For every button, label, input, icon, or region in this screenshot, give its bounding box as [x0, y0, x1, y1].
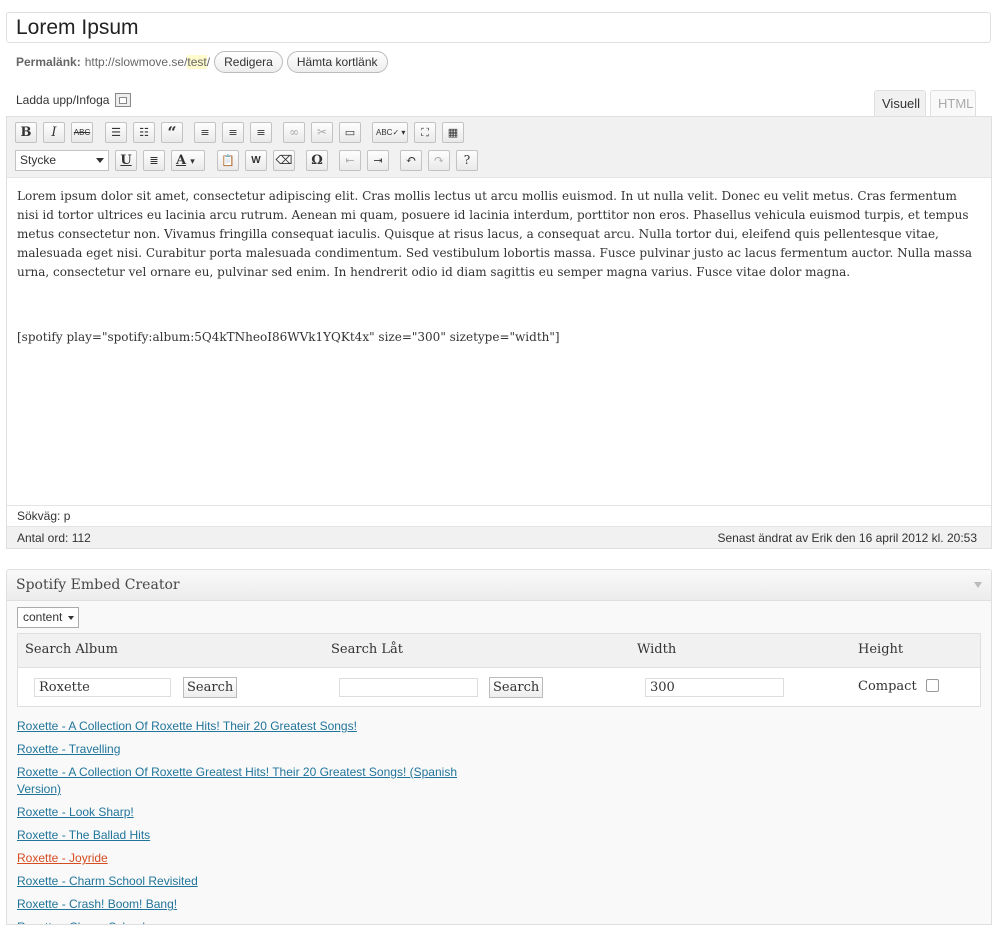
- album-result-link[interactable]: Roxette - Joyride: [17, 850, 477, 867]
- tab-visual[interactable]: Visuell: [874, 90, 926, 116]
- more-tag-icon[interactable]: ▭: [339, 122, 361, 143]
- col-search-album: Search Album: [25, 642, 118, 657]
- fullscreen-icon[interactable]: ⛶: [414, 122, 436, 143]
- chevron-down-icon: [96, 158, 104, 163]
- text-color-icon[interactable]: A ▾: [171, 150, 205, 171]
- context-select[interactable]: content: [17, 607, 80, 628]
- numbered-list-icon[interactable]: ☷: [133, 122, 155, 143]
- post-title-input[interactable]: Lorem Ipsum: [6, 12, 991, 43]
- align-center-icon[interactable]: ≡: [222, 122, 244, 143]
- content-paragraph: Lorem ipsum dolor sit amet, consectetur …: [17, 189, 973, 279]
- album-search-button[interactable]: Search: [183, 677, 238, 698]
- album-result-link[interactable]: Roxette - Charm School Revisited: [17, 873, 477, 890]
- justify-icon[interactable]: ≣: [143, 150, 165, 171]
- editor-toolbar: B I ABC ☰ ☷ “ ≡ ≡ ≡ ∞ ✂ ▭ ABC✓ ▾ ⛶ ▦ Sty…: [7, 117, 991, 178]
- path-label: Sökväg:: [17, 509, 61, 523]
- album-result-link[interactable]: Roxette - A Collection Of Roxette Greate…: [17, 764, 477, 798]
- path-value[interactable]: p: [64, 509, 71, 523]
- permalink-base: http://slowmove.se/: [84, 55, 188, 69]
- search-table: Search Album Search Låt Width Height Rox…: [17, 633, 981, 707]
- bullet-list-icon[interactable]: ☰: [105, 122, 127, 143]
- upload-insert[interactable]: Ladda upp/Infoga: [16, 93, 132, 107]
- blockquote-icon[interactable]: “: [161, 122, 183, 143]
- search-table-header: Search Album Search Låt Width Height: [18, 634, 980, 668]
- paste-word-icon[interactable]: W: [245, 150, 267, 171]
- kitchen-sink-icon[interactable]: ▦: [442, 122, 464, 143]
- width-input[interactable]: 300: [645, 678, 784, 697]
- album-result-link[interactable]: Roxette - Charm School: [17, 919, 477, 924]
- editor: B I ABC ☰ ☷ “ ≡ ≡ ≡ ∞ ✂ ▭ ABC✓ ▾ ⛶ ▦ Sty…: [6, 116, 992, 549]
- redo-icon[interactable]: ↷: [428, 150, 450, 171]
- album-result-link[interactable]: Roxette - Travelling: [17, 741, 477, 758]
- album-search-input[interactable]: Roxette: [34, 678, 171, 697]
- col-width: Width: [637, 642, 677, 657]
- last-edited: Senast ändrat av Erik den 16 april 2012 …: [717, 531, 978, 545]
- permalink-label: Permalänk:: [16, 55, 81, 69]
- paste-text-icon[interactable]: 📋: [217, 150, 239, 171]
- bold-icon[interactable]: B: [15, 122, 37, 143]
- get-shortlink-button[interactable]: Hämta kortlänk: [286, 51, 388, 73]
- album-result-link[interactable]: Roxette - Crash! Boom! Bang!: [17, 896, 477, 913]
- spotify-embed-box: Spotify Embed Creator content Search Alb…: [6, 569, 992, 925]
- track-search-input[interactable]: [339, 678, 478, 697]
- spotify-box-title: Spotify Embed Creator: [16, 577, 180, 593]
- editor-status-bar: Antal ord: 112 Senast ändrat av Erik den…: [7, 526, 991, 548]
- spotify-box-header[interactable]: Spotify Embed Creator: [7, 570, 991, 601]
- spellcheck-icon[interactable]: ABC✓ ▾: [372, 122, 408, 143]
- format-select-value: Stycke: [20, 153, 57, 167]
- editor-content[interactable]: Lorem ipsum dolor sit amet, consectetur …: [17, 187, 975, 347]
- add-media-icon[interactable]: [115, 93, 132, 107]
- word-count: Antal ord: 112: [17, 531, 91, 545]
- album-result-link[interactable]: Roxette - Look Sharp!: [17, 804, 477, 821]
- album-results-list: Roxette - A Collection Of Roxette Hits! …: [17, 718, 477, 924]
- help-icon[interactable]: ?: [456, 150, 478, 171]
- underline-icon[interactable]: U: [115, 150, 137, 171]
- compact-checkbox[interactable]: [926, 679, 939, 692]
- tab-html[interactable]: HTML: [930, 90, 976, 116]
- clear-format-icon[interactable]: ⌫: [273, 150, 295, 171]
- italic-icon[interactable]: I: [43, 122, 65, 143]
- edit-permalink-button[interactable]: Redigera: [214, 51, 283, 73]
- col-height: Height: [858, 642, 904, 657]
- outdent-icon[interactable]: ⇤: [339, 150, 361, 171]
- search-table-row: Roxette Search Search 300 Compact: [18, 668, 980, 708]
- toggle-arrow-icon[interactable]: [974, 582, 982, 588]
- align-left-icon[interactable]: ≡: [194, 122, 216, 143]
- align-right-icon[interactable]: ≡: [250, 122, 272, 143]
- track-search-button[interactable]: Search: [489, 677, 544, 698]
- chevron-down-icon: [68, 616, 75, 620]
- format-select[interactable]: Stycke: [15, 150, 109, 171]
- col-search-track: Search Låt: [331, 642, 403, 657]
- content-shortcode: [spotify play="spotify:album:5Q4kTNheoI8…: [17, 330, 560, 344]
- upload-label[interactable]: Ladda upp/Infoga: [16, 93, 109, 107]
- editor-path-bar: Sökväg: p: [7, 505, 991, 526]
- compact-label: Compact: [858, 679, 917, 694]
- permalink-row: Permalänk: http://slowmove.se/test / Redi…: [16, 51, 388, 73]
- indent-icon[interactable]: ⇥: [367, 150, 389, 171]
- link-icon[interactable]: ∞: [283, 122, 305, 143]
- album-result-link[interactable]: Roxette - The Ballad Hits: [17, 827, 477, 844]
- permalink-end: /: [206, 55, 211, 69]
- context-select-value: content: [23, 610, 63, 624]
- undo-icon[interactable]: ↶: [400, 150, 422, 171]
- permalink-slug[interactable]: test: [187, 55, 207, 69]
- unlink-icon[interactable]: ✂: [311, 122, 333, 143]
- special-char-icon[interactable]: Ω: [306, 150, 328, 171]
- strikethrough-icon[interactable]: ABC: [71, 122, 93, 143]
- album-result-link[interactable]: Roxette - A Collection Of Roxette Hits! …: [17, 718, 477, 735]
